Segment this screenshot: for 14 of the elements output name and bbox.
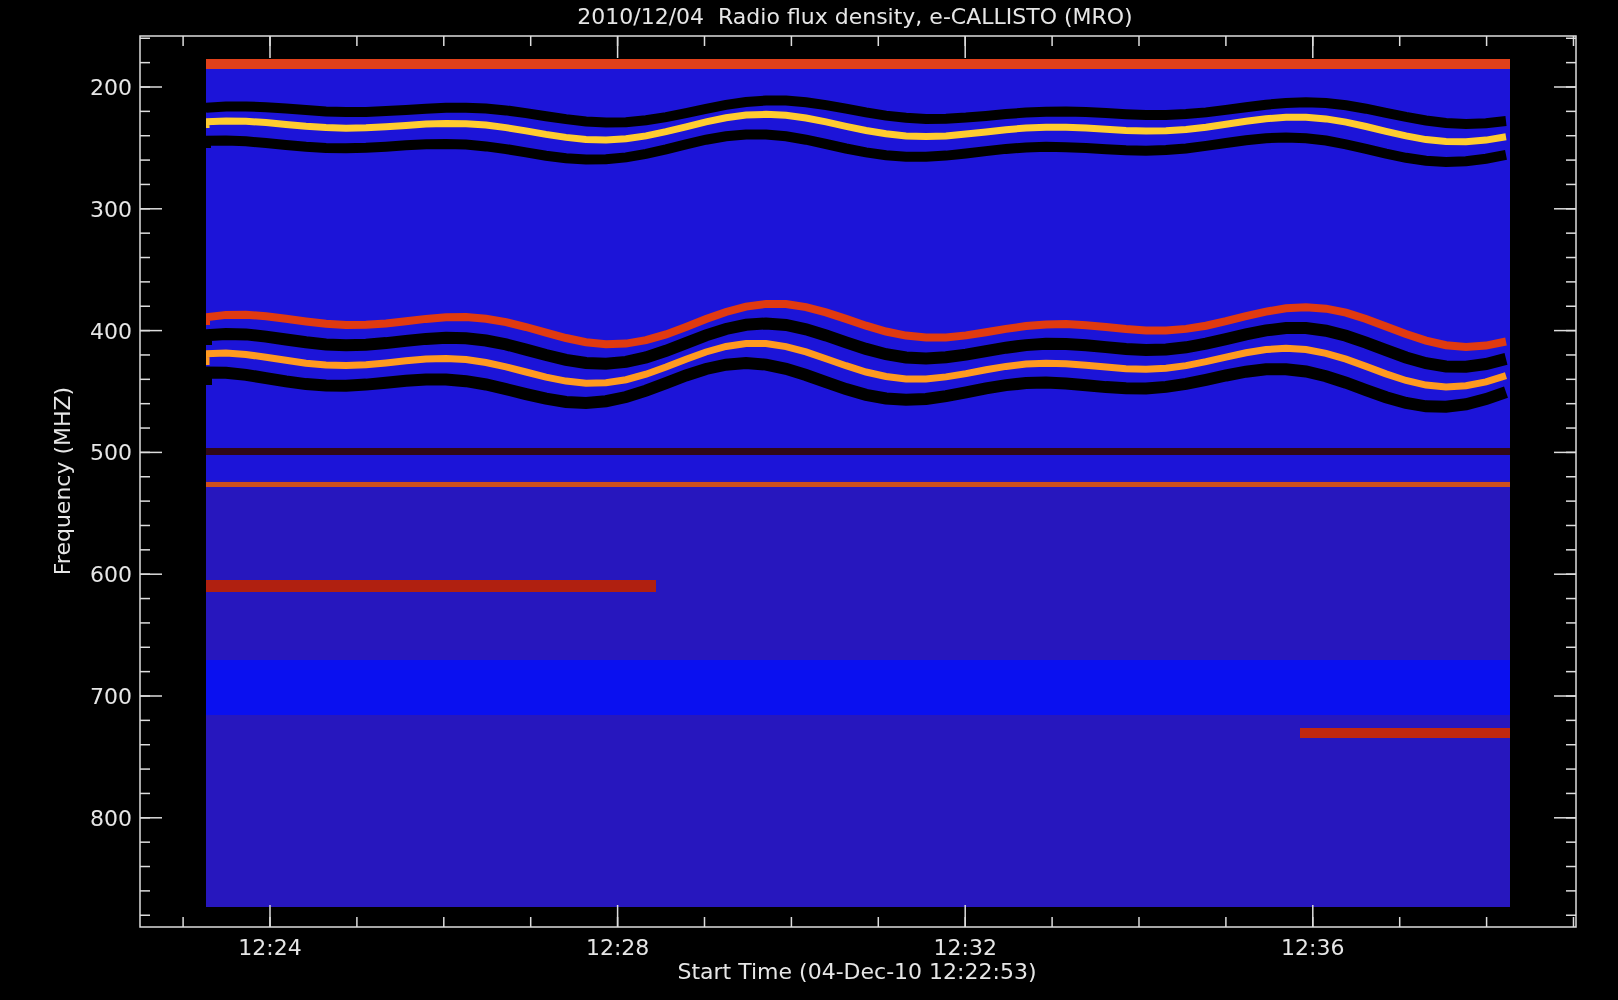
y-tick-label: 600 <box>90 562 132 588</box>
y-tick-label: 700 <box>90 684 132 709</box>
y-tick-label: 500 <box>90 440 132 466</box>
y-tick-label: 800 <box>90 805 132 831</box>
y-tick-label: 200 <box>90 75 132 100</box>
chart-title: 2010/12/04 Radio flux density, e-CALLISTO (MRO) <box>577 4 1133 29</box>
y-tick-label: 400 <box>90 318 132 344</box>
x-tick-label: 12:36 <box>1281 935 1345 960</box>
y-tick-label: 300 <box>90 196 132 222</box>
x-tick-label: 12:32 <box>933 935 997 960</box>
x-axis-label: Start Time (04-Dec-10 12:22:53) <box>677 959 1037 984</box>
x-tick-label: 12:28 <box>585 935 650 960</box>
x-tick-label: 12:24 <box>238 935 302 960</box>
y-axis-label: Frequency (MHZ) <box>50 386 75 576</box>
